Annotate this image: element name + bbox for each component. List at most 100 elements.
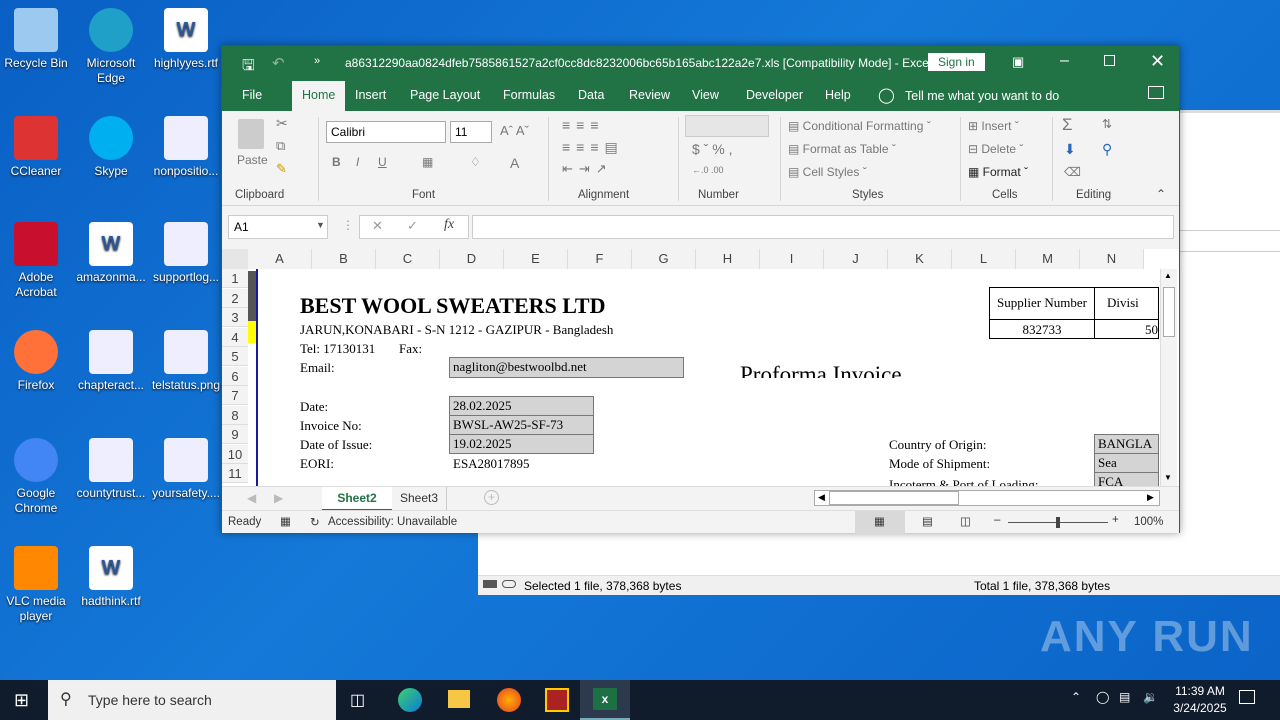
date-cell[interactable]: 28.02.2025 [449,396,594,416]
name-box-dropdown-icon[interactable]: ▼ [316,220,325,230]
accessibility-status[interactable]: Accessibility: Unavailable [328,516,457,528]
zoom-level[interactable]: 100% [1134,516,1163,528]
column-header[interactable]: N [1080,249,1144,269]
tab-developer[interactable]: Developer [746,88,803,102]
tab-home[interactable]: Home [292,81,346,111]
insert-cells-button[interactable]: ⊞ Insert ˇ [968,119,1019,133]
tab-help[interactable]: Help [825,88,851,102]
desktop-icon[interactable]: Microsoft Edge [73,8,149,86]
column-header[interactable]: D [440,249,504,269]
taskbar-winrar-icon[interactable] [545,688,569,712]
tab-page-layout[interactable]: Page Layout [410,88,480,102]
comments-icon[interactable] [1148,86,1164,99]
bold-button[interactable]: B [332,155,341,169]
desktop-icon[interactable]: Whighlyyes.rtf [148,8,224,71]
minimize-button[interactable]: – [1060,52,1069,70]
row-header[interactable]: 8 [222,405,248,425]
prev-sheet-icon[interactable]: ◀ [247,491,256,505]
vertical-scroll-thumb[interactable] [1163,287,1175,337]
desktop-icon[interactable]: Firefox [0,330,74,393]
clock-time[interactable]: 11:39 AM [1170,684,1230,698]
desktop-icon[interactable]: yoursafety.... [148,438,224,501]
row-header[interactable]: 4 [222,327,248,347]
row-header[interactable]: 5 [222,347,248,366]
currency-icon[interactable]: $ ˇ % , [692,141,732,157]
paste-button[interactable]: Paste [237,153,268,167]
macro-icon[interactable]: ▦ [280,514,291,528]
row-header[interactable]: 3 [222,308,248,327]
taskbar-excel-button[interactable]: x [580,680,630,720]
formula-input[interactable] [472,215,1174,239]
task-view-icon[interactable]: ◫ [350,690,365,710]
conditional-formatting-button[interactable]: ▤ Conditional Formatting ˇ [788,119,931,133]
scroll-up-icon[interactable]: ▲ [1164,271,1172,280]
desktop-icon[interactable]: Wamazonma... [73,222,149,285]
collapse-ribbon-icon[interactable]: ⌃ [1156,187,1166,201]
vertical-align-icons[interactable]: ≡≡≡ [562,117,605,133]
clock-date[interactable]: 3/24/2025 [1166,701,1234,715]
vertical-scrollbar[interactable]: ▲ ▼ [1160,269,1177,486]
scroll-left-icon[interactable]: ◀ [818,492,825,503]
taskbar-edge-icon[interactable] [398,688,422,712]
column-header[interactable]: E [504,249,568,269]
cut-icon[interactable]: ✂ [276,115,288,132]
scroll-right-icon[interactable]: ▶ [1147,492,1154,503]
font-color-icon[interactable]: A [510,155,519,171]
column-header[interactable]: B [312,249,376,269]
column-header[interactable]: H [696,249,760,269]
shipment-cell[interactable]: Sea [1094,453,1159,473]
tab-data[interactable]: Data [578,88,604,102]
undo-icon[interactable]: ↶ [272,54,285,72]
customize-toolbar-icon[interactable]: » [314,55,320,67]
desktop-icon[interactable]: VLC media player [0,546,74,624]
horizontal-align-icons[interactable]: ≡≡≡▤ [562,139,624,156]
row-header[interactable]: 1 [222,269,248,288]
desktop-icon[interactable]: nonpositio... [148,116,224,179]
invoice-cell[interactable]: BWSL-AW25-SF-73 [449,415,594,435]
paste-icon[interactable] [238,119,264,149]
row-header[interactable]: 9 [222,425,248,444]
notifications-icon[interactable] [1239,690,1255,704]
format-cells-button[interactable]: ▦ Format ˇ [968,165,1028,179]
zoom-out-button[interactable]: – [994,514,1000,526]
issue-cell[interactable]: 19.02.2025 [449,434,594,454]
enter-icon[interactable]: ✓ [407,218,418,234]
increase-font-icon[interactable]: Aˆ Aˇ [500,123,529,138]
column-header[interactable]: C [376,249,440,269]
tab-view[interactable]: View [692,88,719,102]
desktop-icon[interactable]: Recycle Bin [0,8,74,71]
number-format-select[interactable] [685,115,769,137]
network-tray-icon[interactable]: ▤ [1119,690,1130,704]
horizontal-scrollbar[interactable]: ◀ ▶ [814,490,1160,506]
cell-styles-button[interactable]: ▤ Cell Styles ˇ [788,165,867,179]
save-icon[interactable]: 🖫 [242,55,255,80]
worksheet-grid[interactable]: A B C D E F G H I J K L M N 1 2 3 4 5 6 7 8 9 10 11 BEST WOOL SW… [222,249,1179,486]
font-size-select[interactable]: 11 [450,121,492,143]
meet-now-icon[interactable]: ◯ [1096,690,1109,704]
fill-icon[interactable]: ⬇ [1064,141,1076,158]
find-select-icon[interactable]: ⚲ [1102,141,1112,158]
next-sheet-icon[interactable]: ▶ [274,491,283,505]
sheet-tab-sheet3[interactable]: Sheet3 [392,487,447,511]
desktop-icon[interactable]: Whadthink.rtf [73,546,149,609]
row-header[interactable]: 10 [222,444,248,464]
name-box[interactable]: A1 [228,215,328,239]
page-layout-icon[interactable]: ▤ [922,514,933,528]
show-hidden-icons[interactable]: ⌃ [1071,690,1081,704]
indent-icons[interactable]: ⇤⇥↗ [562,161,613,177]
new-sheet-button[interactable]: + [484,490,499,505]
desktop-icon[interactable]: countytrust... [73,438,149,501]
font-name-select[interactable]: Calibri [326,121,446,143]
desktop-icon[interactable]: Adobe Acrobat [0,222,74,300]
origin-cell[interactable]: BANGLA [1094,434,1159,454]
tab-review[interactable]: Review [629,88,670,102]
column-header[interactable]: I [760,249,824,269]
start-button[interactable]: ⊞ [14,690,29,711]
borders-icon[interactable]: ▦ [422,155,433,169]
desktop-icon[interactable]: Skype [73,116,149,179]
decimal-icons[interactable]: ←.0 .00 [692,165,724,175]
desktop-icon[interactable]: telstatus.png [148,330,224,393]
column-header[interactable]: J [824,249,888,269]
sort-filter-icon[interactable]: ⇅ [1102,117,1112,131]
fill-color-icon[interactable]: ♢ [470,155,481,169]
